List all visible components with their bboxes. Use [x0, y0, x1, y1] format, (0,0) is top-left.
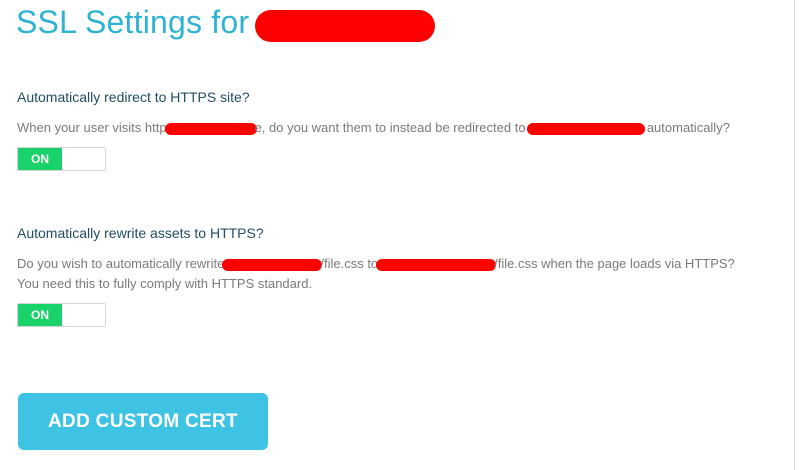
rewrite-toggle[interactable]: ON [17, 303, 106, 327]
redacted-url [164, 122, 257, 135]
ssl-settings-panel: SSL Settings for Automatically redirect … [0, 0, 795, 470]
redirect-desc-part3: automatically? [646, 120, 730, 135]
redacted-domain [255, 10, 435, 42]
rewrite-desc-part3: /file.css when the page loads via HTTPS? [494, 256, 735, 271]
rewrite-heading: Automatically rewrite assets to HTTPS? [17, 225, 264, 241]
redirect-desc-part1: When your user visits http [17, 120, 167, 135]
toggle-on-label: ON [18, 304, 62, 326]
redirect-toggle[interactable]: ON [17, 147, 106, 171]
rewrite-desc-part1: Do you wish to automatically rewrite [17, 256, 225, 271]
redirect-desc-part2: e, do you want them to instead be redire… [254, 120, 526, 135]
redacted-url [222, 258, 323, 271]
page-title: SSL Settings for [16, 4, 250, 40]
redirect-heading: Automatically redirect to HTTPS site? [17, 89, 250, 105]
redirect-description: When your user visits http e, do you want… [17, 118, 730, 138]
redacted-url [527, 122, 646, 135]
rewrite-desc-part2: /file.css to [320, 256, 379, 271]
rewrite-description-line2: You need this to fully comply with HTTPS… [17, 276, 313, 291]
redacted-url [376, 258, 497, 271]
add-custom-cert-button[interactable]: ADD CUSTOM CERT [18, 393, 268, 450]
rewrite-description: Do you wish to automatically rewrite/fil… [17, 254, 735, 274]
toggle-on-label: ON [18, 148, 62, 170]
